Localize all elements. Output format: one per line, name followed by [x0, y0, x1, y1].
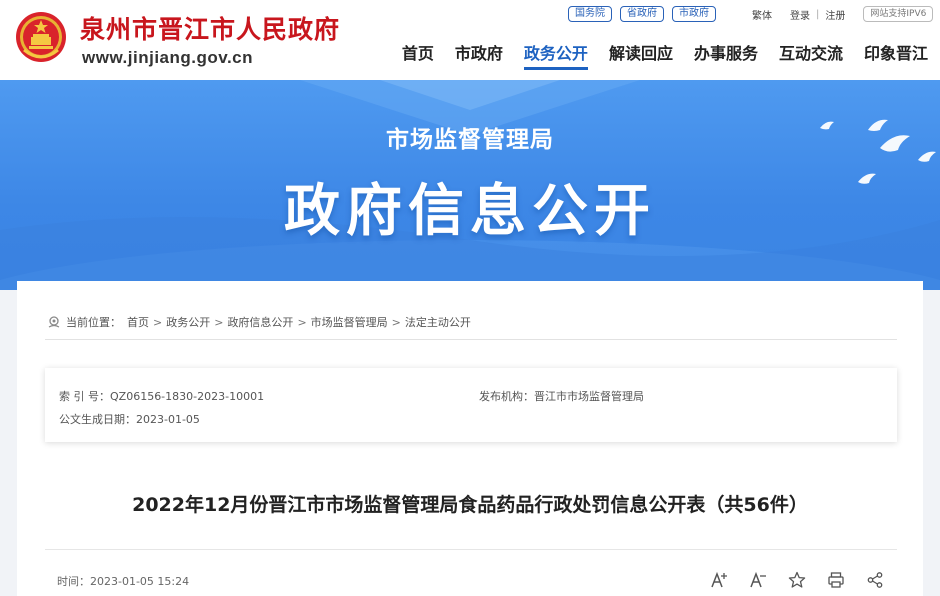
nav-services[interactable]: 办事服务	[694, 40, 758, 68]
document-title: 2022年12月份晋江市市场监督管理局食品药品行政处罚信息公开表（共56件）	[132, 494, 808, 516]
national-emblem-icon[interactable]	[14, 10, 68, 66]
link-city-gov[interactable]: 市政府	[672, 6, 716, 22]
publisher-label: 发布机构：	[479, 390, 534, 403]
ipv6-badge: 网站支持IPV6	[863, 6, 934, 22]
main-nav: 首页 市政府 政务公开 解读回应 办事服务 互动交流 印象晋江	[381, 40, 928, 70]
printer-icon	[828, 572, 844, 588]
nav-impression-jinjiang[interactable]: 印象晋江	[864, 40, 928, 68]
banner: 市场监督管理局 政府信息公开	[0, 80, 940, 290]
breadcrumb-separator: >	[214, 315, 224, 329]
breadcrumb-separator: >	[153, 315, 163, 329]
nav-home[interactable]: 首页	[402, 40, 434, 68]
font-increase-icon	[711, 571, 727, 588]
department-name: 市场监督管理局	[386, 127, 554, 153]
publish-time: 时间：2023-01-05 15:24	[57, 573, 189, 589]
publisher-value: 晋江市市场监督管理局	[534, 390, 644, 403]
favorite-button[interactable]	[787, 570, 807, 590]
breadcrumb-statutory-disclosure[interactable]: 法定主动公开	[405, 314, 471, 330]
time-label: 时间：	[57, 575, 90, 588]
date-label: 公文生成日期：	[59, 413, 136, 426]
font-decrease-button[interactable]	[748, 570, 768, 590]
breadcrumb: 当前位置： 首页 > 政务公开 > 政府信息公开 > 市场监督管理局 > 法定主…	[47, 314, 471, 330]
register-link[interactable]: 注册	[825, 7, 845, 22]
print-button[interactable]	[826, 570, 846, 590]
link-province-gov[interactable]: 省政府	[620, 6, 664, 22]
nav-interpretation[interactable]: 解读回应	[609, 40, 673, 68]
top-links: 国务院 省政府 市政府 繁体 登录 | 注册 网站支持IPV6	[568, 6, 934, 22]
star-icon	[788, 571, 806, 588]
breadcrumb-gov-info[interactable]: 政府信息公开	[227, 314, 293, 330]
font-increase-button[interactable]	[709, 570, 729, 590]
banner-title: 政府信息公开	[284, 179, 656, 244]
date-value: 2023-01-05	[136, 413, 200, 426]
site-header: 泉州市晋江市人民政府 www.jinjiang.gov.cn 国务院 省政府 市…	[0, 0, 940, 80]
font-decrease-icon	[750, 571, 766, 588]
link-state-council[interactable]: 国务院	[568, 6, 612, 22]
share-button[interactable]	[865, 570, 885, 590]
divider: |	[816, 8, 820, 20]
nav-interaction[interactable]: 互动交流	[779, 40, 843, 68]
document-date: 公文生成日期：2023-01-05	[59, 411, 200, 427]
document-meta: 索 引 号：QZ06156-1830-2023-10001 发布机构：晋江市市场…	[45, 368, 897, 442]
breadcrumb-separator: >	[391, 315, 401, 329]
breadcrumb-department[interactable]: 市场监督管理局	[311, 314, 388, 330]
breadcrumb-label: 当前位置：	[66, 316, 121, 329]
breadcrumb-gov-affairs[interactable]: 政务公开	[166, 314, 210, 330]
breadcrumb-home[interactable]: 首页	[127, 314, 149, 330]
site-url[interactable]: www.jinjiang.gov.cn	[82, 48, 253, 68]
share-icon	[867, 572, 883, 588]
location-icon	[48, 316, 60, 328]
breadcrumb-divider	[45, 339, 897, 340]
index-label: 索 引 号：	[59, 390, 110, 403]
breadcrumb-separator: >	[297, 315, 307, 329]
title-divider	[45, 549, 897, 550]
index-value: QZ06156-1830-2023-10001	[110, 390, 265, 403]
site-title[interactable]: 泉州市晋江市人民政府	[80, 10, 340, 46]
nav-city-gov[interactable]: 市政府	[455, 40, 503, 68]
traditional-chinese-link[interactable]: 繁体	[752, 7, 772, 22]
login-link[interactable]: 登录	[790, 7, 810, 22]
content-panel: 当前位置： 首页 > 政务公开 > 政府信息公开 > 市场监督管理局 > 法定主…	[17, 281, 923, 596]
time-value: 2023-01-05 15:24	[90, 575, 190, 588]
index-number: 索 引 号：QZ06156-1830-2023-10001	[59, 388, 264, 404]
nav-gov-affairs-open[interactable]: 政务公开	[523, 40, 588, 70]
article-tools	[709, 570, 885, 590]
publisher: 发布机构：晋江市市场监督管理局	[479, 388, 644, 404]
